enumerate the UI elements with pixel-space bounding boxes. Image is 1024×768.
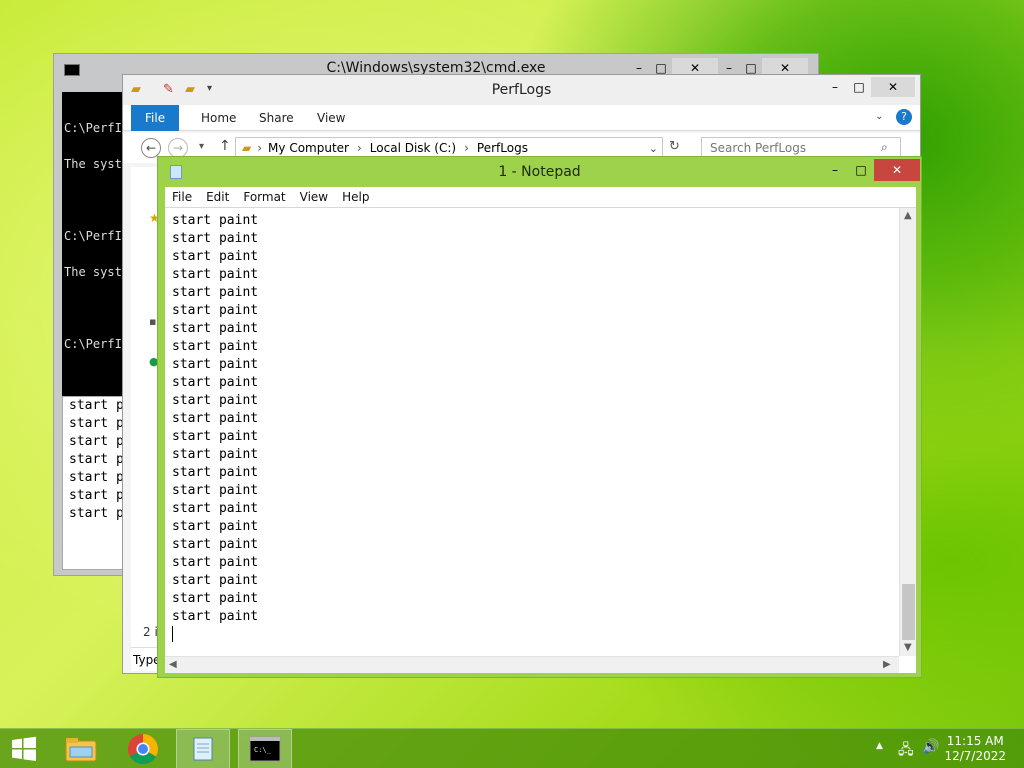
text-line: start paint [172, 231, 259, 246]
text-lines: start paint start paint start paint star… [172, 212, 258, 626]
scroll-up-icon[interactable]: ▲ [904, 210, 912, 221]
svg-text:C:\_: C:\_ [254, 746, 272, 754]
menu-file[interactable]: File [165, 190, 199, 204]
tab-file[interactable]: File [131, 105, 180, 131]
vertical-scrollbar[interactable]: ▲ ▼ [899, 208, 916, 656]
minimize-icon[interactable]: – [823, 77, 847, 97]
tab-home[interactable]: Home [187, 105, 250, 131]
menu-view[interactable]: View [293, 190, 335, 204]
chevron-right-icon: › [464, 141, 469, 155]
back-icon[interactable]: ← [141, 138, 161, 158]
text-line: start paint [172, 519, 259, 534]
chevron-right-icon: › [257, 141, 263, 155]
address-dropdown-icon[interactable]: ⌄ [649, 142, 658, 155]
tab-share[interactable]: Share [245, 105, 308, 131]
clock-date: 12/7/2022 [944, 749, 1006, 763]
text-line: start paint [172, 357, 259, 372]
explorer-window-controls: – □ ✕ [823, 77, 915, 97]
menu-format[interactable]: Format [236, 190, 292, 204]
forward-icon[interactable]: → [168, 138, 188, 158]
text-line: start paint [172, 249, 259, 264]
text-line: start paint [172, 303, 259, 318]
text-line: start paint [172, 591, 259, 606]
menu-help[interactable]: Help [335, 190, 376, 204]
taskbar-cmd[interactable]: C:\_ [238, 729, 292, 768]
breadcrumb-item[interactable]: My Computer [268, 141, 349, 155]
show-hidden-icons-icon[interactable]: ▲ [876, 741, 883, 751]
start-button[interactable] [0, 729, 48, 768]
text-line: start paint [172, 501, 259, 516]
scroll-right-icon[interactable]: ▶ [883, 659, 891, 670]
help-icon[interactable]: ? [896, 109, 912, 125]
taskbar-chrome[interactable] [116, 729, 170, 768]
taskbar: C:\_ ▲ 🖧 🔊 11:15 AM 12/7/2022 [0, 728, 1024, 768]
notepad-title: 1 - Notepad [498, 164, 581, 180]
breadcrumb-item[interactable]: PerfLogs [477, 141, 528, 155]
refresh-icon[interactable]: ↻ [669, 139, 680, 154]
scroll-down-icon[interactable]: ▼ [904, 642, 912, 653]
chevron-right-icon: › [356, 141, 362, 155]
command-prompt-icon: C:\_ [249, 736, 281, 762]
text-line: start paint [172, 339, 259, 354]
text-line: start paint [172, 267, 259, 282]
windows-logo-icon [12, 736, 36, 761]
network-icon[interactable]: 🖧 [898, 739, 914, 763]
text-caret [172, 626, 173, 642]
explorer-ribbon: File Home Share View ⌄ ? [123, 105, 920, 131]
clock-time: 11:15 AM [946, 734, 1004, 748]
breadcrumb-item[interactable]: Local Disk (C:) [370, 141, 456, 155]
maximize-icon[interactable]: □ [848, 159, 874, 181]
close-icon[interactable]: ✕ [871, 77, 915, 97]
text-line: start paint [172, 573, 259, 588]
text-line: start paint [172, 555, 259, 570]
volume-icon[interactable]: 🔊 [922, 739, 939, 755]
up-icon[interactable]: ↑ [219, 138, 231, 154]
text-line: start paint [172, 537, 259, 552]
notepad-menubar: File Edit Format View Help [165, 187, 916, 207]
text-line: start paint [172, 375, 259, 390]
folder-icon: ▰ [242, 141, 252, 155]
text-line: start paint [172, 411, 259, 426]
recent-locations-icon[interactable]: ▾ [199, 141, 204, 152]
folder-icon [65, 738, 97, 762]
text-line: start paint [172, 321, 259, 336]
notepad-text-area[interactable]: start paint start paint start paint star… [165, 207, 916, 673]
scroll-left-icon[interactable]: ◀ [169, 659, 177, 670]
text-line: start paint [172, 483, 259, 498]
text-line: start paint [172, 447, 259, 462]
close-icon[interactable]: ✕ [874, 159, 920, 181]
menu-edit[interactable]: Edit [199, 190, 236, 204]
tab-view[interactable]: View [303, 105, 359, 131]
notepad-icon [193, 737, 213, 761]
expand-ribbon-icon[interactable]: ⌄ [875, 111, 883, 122]
chrome-icon [128, 734, 159, 765]
text-line: start paint [172, 285, 259, 300]
search-icon[interactable]: ⌕ [881, 140, 888, 155]
explorer-titlebar: ▰ ✎ ▰ ▾ PerfLogs – □ ✕ [123, 75, 920, 105]
explorer-title: PerfLogs [491, 82, 552, 98]
text-line: start paint [172, 429, 259, 444]
status-item-count: 2 i [143, 625, 158, 639]
taskbar-clock[interactable]: 11:15 AM 12/7/2022 [944, 734, 1006, 764]
text-line: start paint [172, 213, 259, 228]
text-line: start paint [172, 465, 259, 480]
horizontal-scrollbar[interactable]: ◀ ▶ [165, 656, 899, 673]
scrollbar-thumb[interactable] [902, 584, 915, 640]
taskbar-file-explorer[interactable] [54, 729, 108, 768]
notepad-window-controls: – □ ✕ [822, 159, 920, 181]
text-line: start paint [172, 609, 259, 624]
notepad-window[interactable]: 1 - Notepad – □ ✕ File Edit Format View … [157, 156, 922, 678]
taskbar-notepad[interactable] [176, 729, 230, 768]
text-line: start paint [172, 393, 259, 408]
maximize-icon[interactable]: □ [847, 77, 871, 97]
minimize-icon[interactable]: – [822, 159, 848, 181]
computer-icon: ▪ [149, 315, 157, 328]
